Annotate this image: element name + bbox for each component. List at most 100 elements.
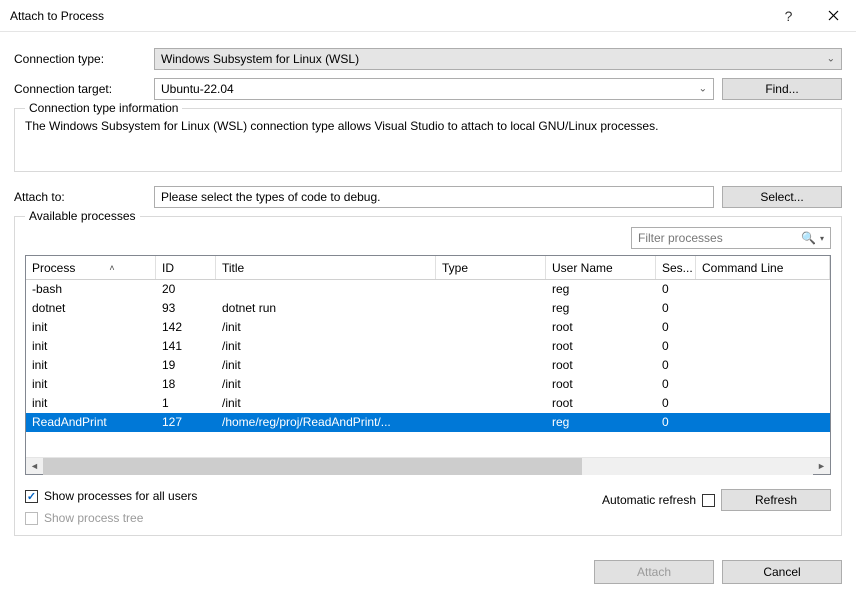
cell: 93 [156,299,216,318]
table-row[interactable]: init18/initroot0 [26,375,830,394]
cancel-button[interactable]: Cancel [722,560,842,584]
cell: 18 [156,375,216,394]
cell: dotnet run [216,299,436,318]
cell [696,375,830,394]
cell: init [26,375,156,394]
cell: -bash [26,280,156,299]
scroll-track[interactable] [43,458,813,475]
process-grid[interactable]: Process˄ ID Title Type User Name Ses... … [25,255,831,475]
cell: 19 [156,356,216,375]
col-title[interactable]: Title [216,256,436,279]
col-id[interactable]: ID [156,256,216,279]
available-processes-legend: Available processes [25,209,140,223]
connection-info-text: The Windows Subsystem for Linux (WSL) co… [25,119,831,133]
show-all-users-checkbox[interactable] [25,490,38,503]
connection-info-legend: Connection type information [25,101,182,115]
find-button[interactable]: Find... [722,78,842,100]
cell: 0 [656,394,696,413]
show-tree-checkbox [25,512,38,525]
filter-placeholder: Filter processes [638,231,801,245]
show-tree-label: Show process tree [44,511,143,525]
table-row[interactable]: init19/initroot0 [26,356,830,375]
cell [436,356,546,375]
close-button[interactable] [811,0,856,32]
cell: 0 [656,413,696,432]
table-row[interactable]: init1/init root0 [26,394,830,413]
cell: root [546,375,656,394]
connection-target-dropdown[interactable]: Ubuntu-22.04 ⌄ [154,78,714,100]
available-processes-group: Available processes Filter processes 🔍 ▾… [14,216,842,536]
cell: /home/reg/proj/ReadAndPrint/... [216,413,436,432]
cell [436,413,546,432]
cell: 0 [656,299,696,318]
horizontal-scrollbar[interactable]: ◄ ► [26,457,830,474]
cell [436,318,546,337]
chevron-down-icon: ⌄ [699,84,707,95]
cell [696,318,830,337]
col-process[interactable]: Process˄ [26,256,156,279]
attach-to-text: Please select the types of code to debug… [161,190,380,204]
cell: reg [546,413,656,432]
cell: root [546,318,656,337]
filter-input[interactable]: Filter processes 🔍 ▾ [631,227,831,249]
cell: ReadAndPrint [26,413,156,432]
auto-refresh-label: Automatic refresh [602,493,696,507]
grid-header: Process˄ ID Title Type User Name Ses... … [26,256,830,280]
attach-to-label: Attach to: [14,190,154,204]
cell [696,413,830,432]
sort-asc-icon: ˄ [109,263,114,273]
cell: 127 [156,413,216,432]
scroll-thumb[interactable] [43,458,582,475]
table-row[interactable]: -bash20 reg0 [26,280,830,299]
cell: /init [216,337,436,356]
dialog-footer: Attach Cancel [0,560,856,598]
connection-target-value: Ubuntu-22.04 [161,82,234,96]
col-cmd[interactable]: Command Line [696,256,830,279]
cell: root [546,337,656,356]
cell: 0 [656,280,696,299]
table-row[interactable]: ReadAndPrint127/home/reg/proj/ReadAndPri… [26,413,830,432]
cell [436,375,546,394]
connection-type-label: Connection type: [14,52,154,66]
table-row[interactable]: init141/initroot0 [26,337,830,356]
connection-type-dropdown[interactable]: Windows Subsystem for Linux (WSL) ⌄ [154,48,842,70]
dialog-title: Attach to Process [10,9,766,23]
cell: 141 [156,337,216,356]
cell: 20 [156,280,216,299]
refresh-button[interactable]: Refresh [721,489,831,511]
cell: 0 [656,318,696,337]
col-type[interactable]: Type [436,256,546,279]
help-button[interactable]: ? [766,0,811,32]
table-row[interactable]: dotnet93dotnet runreg0 [26,299,830,318]
cell: /init [216,318,436,337]
attach-button[interactable]: Attach [594,560,714,584]
cell: /init [216,356,436,375]
cell [436,394,546,413]
cell [216,280,436,299]
cell: dotnet [26,299,156,318]
select-button[interactable]: Select... [722,186,842,208]
cell: init [26,394,156,413]
scroll-right-icon[interactable]: ► [813,458,830,475]
cell [696,299,830,318]
cell: init [26,356,156,375]
cell [436,337,546,356]
auto-refresh-checkbox[interactable] [702,494,715,507]
cell: /init [216,375,436,394]
search-icon: 🔍 [801,231,816,245]
cell: 1 [156,394,216,413]
col-session[interactable]: Ses... [656,256,696,279]
table-row[interactable]: init142/initroot0 [26,318,830,337]
cell [436,299,546,318]
scroll-left-icon[interactable]: ◄ [26,458,43,475]
connection-info-fieldset: Connection type information The Windows … [14,108,842,172]
cell: 0 [656,356,696,375]
cell [696,394,830,413]
titlebar: Attach to Process ? [0,0,856,32]
cell: root [546,394,656,413]
cell: reg [546,280,656,299]
cell: /init [216,394,436,413]
show-all-users-label: Show processes for all users [44,489,197,503]
cell: 0 [656,337,696,356]
col-user[interactable]: User Name [546,256,656,279]
